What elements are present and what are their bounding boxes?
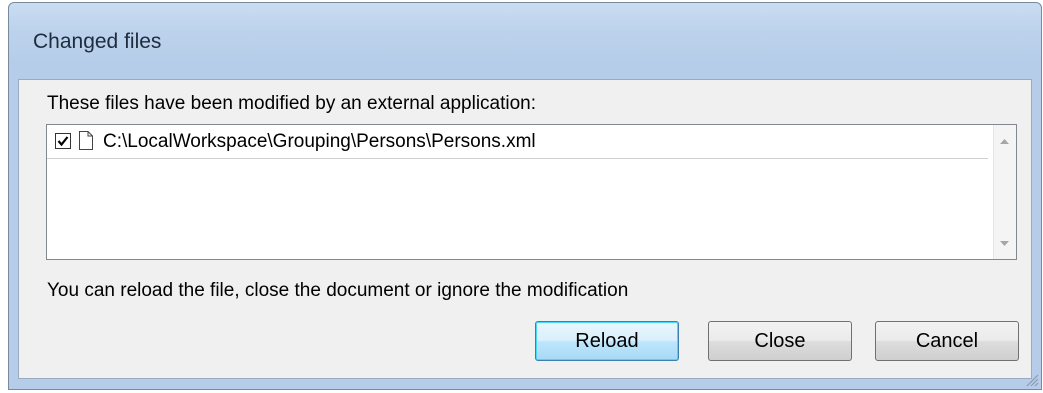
file-checkbox[interactable] (55, 133, 71, 149)
dialog-title: Changed files (33, 30, 162, 53)
checkmark-icon (57, 136, 69, 147)
vertical-scrollbar[interactable] (993, 125, 1016, 259)
dialog-body: These files have been modified by an ext… (18, 79, 1032, 379)
modified-files-label: These files have been modified by an ext… (47, 93, 537, 114)
scroll-down-arrow-icon[interactable] (994, 233, 1016, 255)
file-list-items: C:\LocalWorkspace\Grouping\Persons\Perso… (47, 125, 994, 259)
title-bar[interactable]: Changed files (9, 3, 1041, 79)
changed-files-dialog: Changed files These files have been modi… (8, 2, 1042, 390)
close-button[interactable]: Close (708, 321, 852, 361)
cancel-button[interactable]: Cancel (875, 321, 1019, 361)
scroll-up-arrow-icon[interactable] (994, 131, 1016, 153)
file-path: C:\LocalWorkspace\Grouping\Persons\Perso… (103, 131, 536, 152)
reload-button[interactable]: Reload (535, 321, 679, 361)
resize-grip-icon[interactable] (1023, 371, 1039, 387)
reload-info-label: You can reload the file, close the docum… (47, 280, 629, 301)
document-icon (79, 131, 93, 150)
file-list[interactable]: C:\LocalWorkspace\Grouping\Persons\Perso… (46, 124, 1017, 260)
list-item[interactable]: C:\LocalWorkspace\Grouping\Persons\Perso… (47, 125, 988, 159)
